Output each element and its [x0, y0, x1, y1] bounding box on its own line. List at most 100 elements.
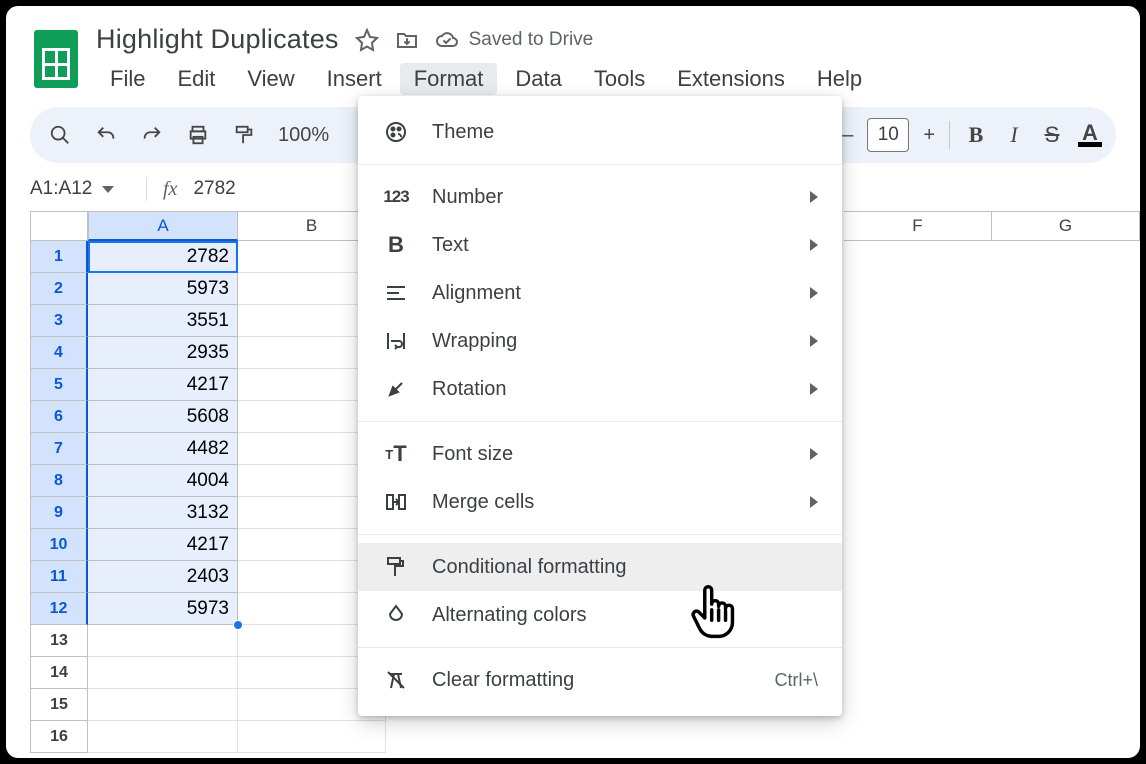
submenu-arrow-icon [810, 448, 818, 460]
column-header-G[interactable]: G [992, 211, 1140, 241]
submenu-arrow-icon [810, 287, 818, 299]
row-header[interactable]: 10 [30, 529, 88, 561]
cell[interactable]: 4482 [88, 433, 238, 465]
text-color-button[interactable]: A [1078, 123, 1102, 147]
row-header[interactable]: 13 [30, 625, 88, 657]
menu-item-label: Merge cells [432, 491, 534, 514]
submenu-arrow-icon [810, 191, 818, 203]
document-title[interactable]: Highlight Duplicates [96, 24, 339, 55]
row-header[interactable]: 15 [30, 689, 88, 721]
cell[interactable]: 5973 [88, 593, 238, 625]
number-icon: 123 [382, 183, 410, 211]
italic-button[interactable]: I [1002, 123, 1026, 147]
row-header[interactable]: 14 [30, 657, 88, 689]
menu-file[interactable]: File [96, 63, 159, 95]
fontsize-dec-icon[interactable]: – [842, 124, 853, 147]
cell[interactable]: 2782 [88, 241, 238, 273]
fontsize-inc-icon[interactable]: + [923, 124, 935, 147]
cell[interactable]: 4004 [88, 465, 238, 497]
row-header[interactable]: 9 [30, 497, 88, 529]
row-header[interactable]: 6 [30, 401, 88, 433]
menubar: FileEditViewInsertFormatDataToolsExtensi… [96, 63, 876, 95]
menu-item-label: Theme [432, 121, 494, 144]
cell[interactable]: 2935 [88, 337, 238, 369]
wrap-icon [382, 327, 410, 355]
menu-item-rotation[interactable]: Rotation [358, 365, 842, 413]
row-header[interactable]: 12 [30, 593, 88, 625]
menu-item-text[interactable]: BText [358, 221, 842, 269]
name-box[interactable]: A1:A12 [30, 178, 130, 200]
menu-item-wrapping[interactable]: Wrapping [358, 317, 842, 365]
menu-view[interactable]: View [233, 63, 308, 95]
row-header[interactable]: 5 [30, 369, 88, 401]
paint-format-icon[interactable] [232, 123, 256, 147]
star-icon[interactable] [355, 28, 379, 52]
select-all-corner[interactable] [30, 211, 88, 241]
menu-data[interactable]: Data [501, 63, 575, 95]
column-header-A[interactable]: A [88, 211, 238, 241]
strikethrough-button[interactable]: S [1040, 123, 1064, 147]
cell[interactable] [238, 721, 386, 753]
condfmt-icon [382, 553, 410, 581]
fontsize-icon: TT [382, 440, 410, 468]
move-folder-icon[interactable] [395, 28, 419, 52]
menu-item-merge-cells[interactable]: Merge cells [358, 478, 842, 526]
menu-separator [358, 421, 842, 422]
row-header[interactable]: 8 [30, 465, 88, 497]
cell[interactable] [88, 657, 238, 689]
menu-item-alignment[interactable]: Alignment [358, 269, 842, 317]
menu-item-label: Clear formatting [432, 669, 574, 692]
cell[interactable] [88, 689, 238, 721]
shortcut-label: Ctrl+\ [774, 670, 818, 691]
row-header[interactable]: 4 [30, 337, 88, 369]
row-header[interactable]: 2 [30, 273, 88, 305]
cell[interactable]: 5608 [88, 401, 238, 433]
menu-tools[interactable]: Tools [580, 63, 659, 95]
cell[interactable]: 3132 [88, 497, 238, 529]
menu-item-font-size[interactable]: TT Font size [358, 430, 842, 478]
bold-button[interactable]: B [964, 123, 988, 147]
row-header[interactable]: 16 [30, 721, 88, 753]
selection-handle[interactable] [233, 620, 243, 630]
fx-icon: fx [163, 178, 177, 201]
menu-item-conditional-formatting[interactable]: Conditional formatting [358, 543, 842, 591]
menu-extensions[interactable]: Extensions [663, 63, 799, 95]
menu-edit[interactable]: Edit [163, 63, 229, 95]
cell[interactable]: 4217 [88, 529, 238, 561]
row-header[interactable]: 7 [30, 433, 88, 465]
menu-item-number[interactable]: 123 Number [358, 173, 842, 221]
menu-item-alternating-colors[interactable]: Alternating colors [358, 591, 842, 639]
print-icon[interactable] [186, 123, 210, 147]
theme-icon [382, 118, 410, 146]
menu-format[interactable]: Format [400, 63, 498, 95]
menu-item-label: Conditional formatting [432, 556, 627, 579]
menu-item-clear-formatting[interactable]: Clear formatting Ctrl+\ [358, 656, 842, 704]
cell[interactable]: 2403 [88, 561, 238, 593]
menu-help[interactable]: Help [803, 63, 876, 95]
zoom-level[interactable]: 100% [278, 124, 329, 147]
row-header[interactable]: 11 [30, 561, 88, 593]
row-header[interactable]: 1 [30, 241, 88, 273]
cell[interactable]: 5973 [88, 273, 238, 305]
search-icon[interactable] [48, 123, 72, 147]
cell[interactable] [88, 721, 238, 753]
cell[interactable] [88, 625, 238, 657]
row-header[interactable]: 3 [30, 305, 88, 337]
formula-bar-value[interactable]: 2782 [193, 178, 235, 200]
undo-icon[interactable] [94, 123, 118, 147]
menu-item-theme[interactable]: Theme [358, 108, 842, 156]
sheets-logo[interactable] [34, 30, 78, 88]
fontsize-input[interactable]: 10 [867, 118, 909, 152]
submenu-arrow-icon [810, 239, 818, 251]
name-box-value: A1:A12 [30, 178, 92, 200]
menu-item-label: Font size [432, 443, 513, 466]
cell[interactable]: 3551 [88, 305, 238, 337]
column-header-F[interactable]: F [844, 211, 992, 241]
menu-item-label: Text [432, 234, 469, 257]
menu-insert[interactable]: Insert [313, 63, 396, 95]
menu-item-label: Wrapping [432, 330, 517, 353]
align-icon [382, 279, 410, 307]
cell[interactable]: 4217 [88, 369, 238, 401]
menu-item-label: Number [432, 186, 503, 209]
redo-icon[interactable] [140, 123, 164, 147]
